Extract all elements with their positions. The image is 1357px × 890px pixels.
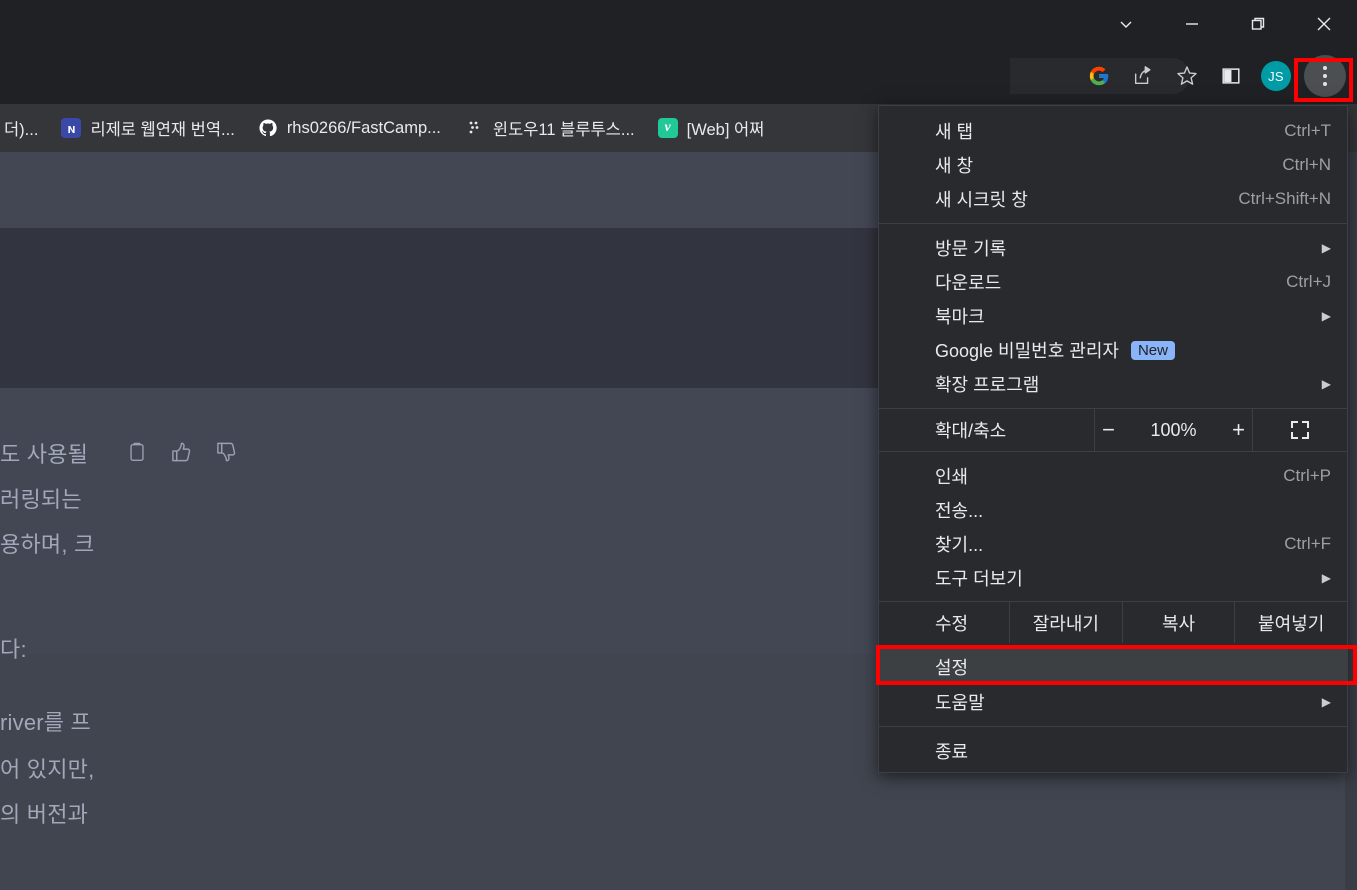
menu-item-downloads[interactable]: 다운로드 Ctrl+J: [879, 265, 1347, 299]
chrome-menu-button[interactable]: [1299, 48, 1351, 104]
menu-item-accel: Ctrl+P: [1283, 466, 1331, 485]
menu-item-print[interactable]: 인쇄 Ctrl+P: [879, 459, 1347, 493]
page-text-line: river를 프: [0, 710, 91, 735]
share-icon[interactable]: [1121, 54, 1165, 98]
chevron-right-icon: ▶: [1321, 571, 1331, 585]
menu-item-cast[interactable]: 전송...: [879, 493, 1347, 527]
side-panel-icon[interactable]: [1209, 54, 1253, 98]
chevron-right-icon: ▶: [1321, 241, 1331, 255]
menu-item-label: 확장 프로그램: [935, 375, 1040, 395]
zoom-out-button[interactable]: −: [1099, 417, 1119, 443]
bookmark-item[interactable]: 더)...: [0, 111, 47, 145]
menu-item-label: 찾기...: [935, 535, 984, 555]
edit-label: 수정: [935, 613, 969, 634]
chevron-right-icon: ▶: [1321, 309, 1331, 323]
menu-item-more-tools[interactable]: 도구 더보기 ▶: [879, 561, 1347, 595]
bookmark-item[interactable]: v [Web] 어쩌: [649, 111, 774, 145]
page-text-line: 용하며, 크: [0, 532, 95, 557]
menu-item-settings[interactable]: 설정: [879, 649, 1347, 685]
menu-item-label: 종료: [935, 742, 969, 762]
bookmark-label: rhs0266/FastCamp...: [286, 118, 441, 137]
menu-item-label: Google 비밀번호 관리자: [935, 341, 1119, 361]
menu-item-label: 다운로드: [935, 273, 1002, 293]
bookmark-item[interactable]: ɴ 리제로 웹연재 번역...: [52, 111, 243, 145]
menu-item-label: 새 탭: [935, 122, 974, 142]
window-controls: [1093, 0, 1357, 48]
menu-item-new-incognito-window[interactable]: 새 시크릿 창 Ctrl+Shift+N: [879, 182, 1347, 216]
menu-item-accel: Ctrl+N: [1282, 155, 1331, 174]
thumbs-down-icon[interactable]: [215, 440, 238, 464]
minimize-icon[interactable]: [1159, 0, 1225, 48]
toolbar-actions: JS: [1077, 48, 1351, 104]
bookmark-label: 더)...: [4, 121, 39, 139]
bookmark-label: 리제로 웹연재 번역...: [90, 121, 235, 139]
menu-item-exit[interactable]: 종료: [879, 734, 1347, 768]
menu-zoom-row: 확대/축소 − 100% +: [879, 408, 1347, 452]
menu-item-accel: Ctrl+F: [1284, 534, 1331, 553]
avatar[interactable]: JS: [1261, 61, 1291, 91]
tab-search-chevron-down-icon[interactable]: [1093, 0, 1159, 48]
braille-dots-icon: [464, 118, 484, 138]
close-icon[interactable]: [1291, 0, 1357, 48]
copy-icon[interactable]: [126, 440, 148, 464]
menu-separator: [879, 726, 1347, 727]
zoom-label: 확대/축소: [935, 421, 1007, 441]
zoom-in-button[interactable]: +: [1229, 417, 1249, 443]
chrome-main-menu: 새 탭 Ctrl+T 새 창 Ctrl+N 새 시크릿 창 Ctrl+Shift…: [878, 105, 1348, 773]
menu-item-label: 방문 기록: [935, 239, 1007, 259]
chevron-right-icon: ▶: [1321, 695, 1331, 709]
bookmark-item[interactable]: rhs0266/FastCamp...: [249, 113, 450, 143]
menu-item-find[interactable]: 찾기... Ctrl+F: [879, 527, 1347, 561]
menu-item-label: 도움말: [935, 693, 985, 713]
menu-item-history[interactable]: 방문 기록 ▶: [879, 231, 1347, 265]
google-lens-icon[interactable]: [1077, 54, 1121, 98]
menu-item-label: 설정: [935, 658, 969, 678]
edit-copy-button[interactable]: 복사: [1121, 602, 1235, 643]
menu-item-new-tab[interactable]: 새 탭 Ctrl+T: [879, 114, 1347, 148]
menu-item-label: 인쇄: [935, 467, 969, 487]
message-actions: [126, 440, 238, 464]
browser-toolbar: JS: [0, 48, 1357, 104]
browser-window: JS 더)... ɴ 리제로 웹연재 번역... rhs0266/FastCam…: [0, 0, 1357, 890]
edit-cut-button[interactable]: 잘라내기: [1009, 602, 1122, 643]
menu-item-help[interactable]: 도움말 ▶: [879, 685, 1347, 719]
menu-item-accel: Ctrl+Shift+N: [1238, 189, 1331, 208]
restore-icon[interactable]: [1225, 0, 1291, 48]
velog-icon: v: [657, 118, 678, 138]
zoom-controls: − 100% +: [1094, 409, 1252, 451]
menu-item-extensions[interactable]: 확장 프로그램 ▶: [879, 367, 1347, 401]
page-text-line: 다:: [0, 637, 27, 662]
chevron-right-icon: ▶: [1321, 377, 1331, 391]
page-text-line: 의 버전과: [0, 802, 89, 827]
page-text-line: 도 사용될: [0, 442, 89, 467]
menu-item-bookmarks[interactable]: 북마크 ▶: [879, 299, 1347, 333]
menu-item-label: 새 시크릿 창: [935, 190, 1028, 210]
fullscreen-icon[interactable]: [1252, 409, 1347, 451]
zoom-level-value: 100%: [1150, 419, 1197, 440]
bookmark-star-icon[interactable]: [1165, 54, 1209, 98]
menu-item-new-window[interactable]: 새 창 Ctrl+N: [879, 148, 1347, 182]
github-icon: [258, 118, 278, 138]
bookmark-label: [Web] 어쩌: [686, 121, 765, 139]
thumbs-up-icon[interactable]: [170, 440, 193, 464]
three-dots-icon[interactable]: [1304, 55, 1346, 97]
menu-item-password-manager[interactable]: Google 비밀번호 관리자 New: [879, 333, 1347, 367]
page-text-line: 러링되는: [0, 487, 82, 512]
menu-item-accel: Ctrl+T: [1284, 121, 1331, 140]
menu-item-label: 새 창: [935, 156, 974, 176]
edit-paste-button[interactable]: 붙여넣기: [1234, 602, 1347, 643]
menu-item-accel: Ctrl+J: [1286, 272, 1331, 291]
menu-item-label: 도구 더보기: [935, 569, 1023, 589]
menu-item-label: 북마크: [935, 307, 985, 327]
title-bar: [0, 0, 1357, 48]
naver-blog-icon: ɴ: [61, 118, 82, 138]
bookmark-item[interactable]: 윈도우11 블루투스...: [455, 111, 644, 145]
menu-separator: [879, 223, 1347, 224]
menu-item-label: 전송...: [935, 501, 984, 521]
page-text-line: 어 있지만,: [0, 757, 95, 782]
bookmark-label: 윈도우11 블루투스...: [492, 121, 635, 139]
new-badge: New: [1130, 340, 1175, 360]
menu-edit-row: 수정 잘라내기 복사 붙여넣기: [879, 601, 1347, 643]
